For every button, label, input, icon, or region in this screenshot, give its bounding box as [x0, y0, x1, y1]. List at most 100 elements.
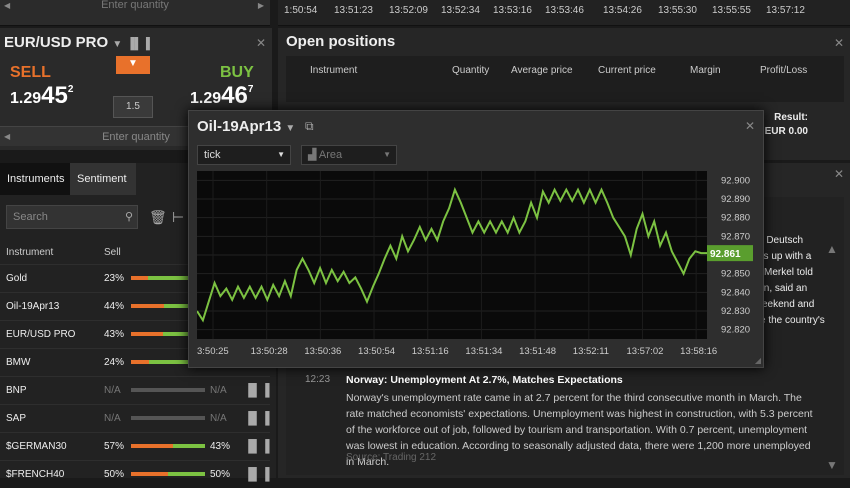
time-tick: 13:52:09: [389, 5, 428, 16]
y-tick-label: 92.870: [721, 231, 750, 242]
column-header: Margin: [690, 65, 721, 76]
y-tick-label: 92.830: [721, 306, 750, 317]
time-tick: 13:53:16: [493, 5, 532, 16]
column-header: Instrument: [310, 65, 358, 76]
list-item[interactable]: BNP N/A N/A ▐▌▐: [0, 376, 270, 404]
buy-percent: N/A: [210, 385, 227, 396]
tab-sentiment[interactable]: Sentiment: [70, 163, 136, 195]
sell-label[interactable]: SELL: [10, 64, 51, 82]
chart-type-select[interactable]: ▟ Area ▼: [301, 145, 397, 165]
x-tick-label: 13:51:48: [519, 346, 556, 357]
list-item[interactable]: $GERMAN30 57% 43% ▐▌▐: [0, 432, 270, 460]
search-icon: ⚲: [124, 211, 133, 223]
trade-instrument-title[interactable]: EUR/USD PRO ▼ ▐▌▐: [4, 34, 150, 51]
tree-icon[interactable]: ⊢: [172, 209, 184, 226]
chart-icon[interactable]: ▐▌▐: [244, 383, 270, 397]
close-icon[interactable]: ✕: [256, 36, 266, 50]
direction-toggle[interactable]: ▼: [116, 56, 150, 74]
interval-select[interactable]: tick ▼: [197, 145, 291, 165]
instrument-name: $GERMAN30: [6, 441, 67, 452]
popout-icon[interactable]: ⧉: [305, 119, 314, 134]
tab-instruments[interactable]: Instruments: [0, 163, 72, 195]
sentiment-bar: [131, 304, 191, 308]
column-header-instrument: Instrument: [6, 247, 54, 258]
y-tick-label: 92.880: [721, 213, 750, 224]
y-tick-label: 92.890: [721, 194, 750, 205]
scroll-arrow-icon[interactable]: ▲: [826, 242, 838, 256]
result-label: Result:: [774, 112, 808, 123]
list-item[interactable]: SAP N/A N/A ▐▌▐: [0, 404, 270, 432]
sell-percent: 50%: [104, 469, 125, 480]
news-time: 12:23: [305, 374, 331, 385]
close-icon[interactable]: ✕: [834, 36, 844, 50]
time-tick: 13:53:46: [545, 5, 584, 16]
open-positions-title: Open positions: [286, 33, 396, 50]
instrument-name: SAP: [6, 413, 27, 424]
chevron-down-icon[interactable]: ▼: [112, 39, 122, 50]
area-chart-icon: ▟: [308, 149, 317, 161]
sell-percent: 44%: [104, 301, 125, 312]
chart-popup-title[interactable]: Oil-19Apr13 ▼: [197, 118, 295, 135]
sentiment-bar: [131, 444, 205, 448]
chevron-down-icon: ▼: [277, 150, 285, 159]
x-tick-label: 13:50:28: [251, 346, 288, 357]
news-source: Source: Trading 212: [346, 452, 437, 463]
x-tick-label: 13:51:34: [465, 346, 502, 357]
spread-value: 1.5: [113, 96, 153, 118]
list-item[interactable]: $FRENCH40 50% 50% ▐▌▐: [0, 460, 270, 488]
current-price-label: 92.861: [710, 249, 741, 260]
instrument-name: Gold: [6, 273, 28, 284]
x-tick-label: 13:50:36: [304, 346, 341, 357]
close-icon[interactable]: ✕: [745, 119, 755, 133]
news-headline[interactable]: Norway: Unemployment At 2.7%, Matches Ex…: [346, 374, 623, 386]
sell-percent: 24%: [104, 357, 125, 368]
chart-icon[interactable]: ▐▌▐: [244, 411, 270, 425]
triangle-down-icon: ▼: [128, 58, 138, 69]
news-snippet: Merkel told: [764, 267, 813, 278]
buy-price[interactable]: 1.29467: [190, 82, 253, 110]
top-quantity-bar: ◀ Enter quantity ▶: [0, 0, 270, 26]
time-tick: 13:55:55: [712, 5, 751, 16]
y-tick-label: 92.840: [721, 287, 750, 298]
buy-percent: 43%: [210, 441, 231, 452]
column-header-sell: Sell: [104, 247, 121, 258]
x-tick-label: 13:51:16: [412, 346, 449, 357]
x-tick-label: 13:50:54: [358, 346, 395, 357]
search-input[interactable]: Search ⚲: [6, 205, 138, 229]
chart-icon[interactable]: ▐▌▐: [244, 467, 270, 481]
time-tick: 13:55:30: [658, 5, 697, 16]
x-tick-label: 13:58:16: [680, 346, 717, 357]
top-time-axis: 1:50:54 13:51:23 13:52:09 13:52:34 13:53…: [278, 0, 850, 26]
chart-icon[interactable]: ▐▌▐: [126, 38, 149, 50]
sentiment-bar: [131, 276, 191, 280]
sell-price[interactable]: 1.29452: [10, 82, 73, 110]
increase-arrow-icon[interactable]: ▶: [258, 0, 264, 11]
decrease-arrow-icon[interactable]: ◀: [4, 127, 10, 147]
sell-percent: N/A: [104, 413, 121, 424]
instrument-name: BNP: [6, 385, 27, 396]
time-tick: 13:54:26: [603, 5, 642, 16]
close-icon[interactable]: ✕: [834, 167, 844, 181]
news-snippet: es up with a: [758, 251, 812, 262]
x-tick-label: 13:57:02: [626, 346, 663, 357]
trash-icon[interactable]: 🗑: [149, 209, 167, 226]
scroll-arrow-icon[interactable]: ▼: [826, 458, 838, 472]
price-chart[interactable]: 92.90092.89092.88092.87092.86092.85092.8…: [197, 171, 757, 367]
news-snippet: h Deutsch: [758, 235, 804, 246]
sentiment-bar: [131, 472, 205, 476]
sell-percent: 23%: [104, 273, 125, 284]
sentiment-bar: [131, 332, 191, 336]
chevron-down-icon: ▼: [383, 150, 391, 159]
buy-label[interactable]: BUY: [220, 64, 254, 82]
sell-percent: 57%: [104, 441, 125, 452]
y-tick-label: 92.820: [721, 325, 750, 336]
resize-handle-icon[interactable]: ◢: [755, 356, 761, 365]
sentiment-bar: [131, 416, 205, 420]
instrument-name: EUR/USD PRO: [6, 329, 76, 340]
news-snippet: eekend and: [762, 299, 815, 310]
chart-icon[interactable]: ▐▌▐: [244, 439, 270, 453]
column-header: Average price: [511, 65, 573, 76]
top-quantity-input[interactable]: Enter quantity: [0, 0, 270, 11]
y-tick-label: 92.900: [721, 175, 750, 186]
chevron-down-icon[interactable]: ▼: [285, 123, 295, 134]
